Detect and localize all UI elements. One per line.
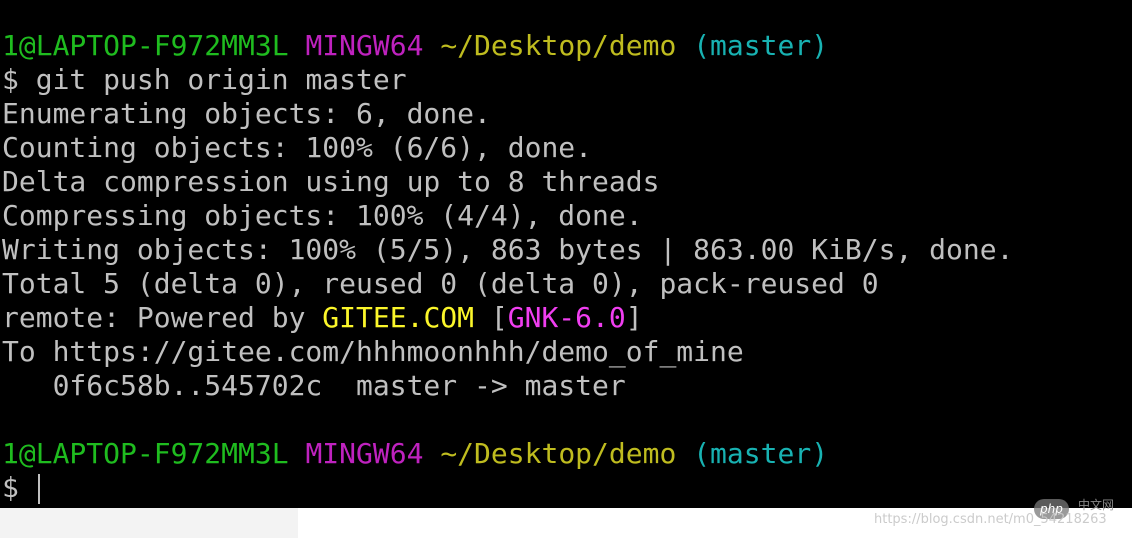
prompt-user-host: 1@LAPTOP-F972MM3L — [2, 29, 289, 62]
command-line: $ git push origin master — [2, 63, 1013, 97]
prompt-cwd: ~/Desktop/demo — [440, 29, 677, 62]
prompt-symbol-2: $ — [2, 471, 19, 504]
command-text: git push origin master — [35, 63, 407, 96]
terminal-window[interactable]: 1@LAPTOP-F972MM3L MINGW64 ~/Desktop/demo… — [0, 0, 1132, 508]
bottom-gray-area — [0, 508, 298, 538]
output-delta: Delta compression using up to 8 threads — [2, 165, 660, 198]
remote-bracket-open: [ — [490, 301, 508, 334]
prompt-system: MINGW64 — [305, 29, 424, 62]
prompt-system-2: MINGW64 — [305, 437, 424, 470]
prompt-branch-2: (master) — [693, 437, 829, 470]
text-cursor — [37, 474, 40, 504]
prompt-user-host-2: 1@LAPTOP-F972MM3L — [2, 437, 289, 470]
watermark-cn-text: 中文网 — [1078, 498, 1115, 512]
output-ref-update: 0f6c58b..545702c master -> master — [2, 369, 626, 402]
input-line[interactable]: $ — [2, 471, 1013, 505]
prompt-line-2: 1@LAPTOP-F972MM3L MINGW64 ~/Desktop/demo… — [2, 437, 1013, 471]
prompt-branch: (master) — [693, 29, 829, 62]
remote-bracket-close: ] — [625, 301, 643, 334]
output-counting: Counting objects: 100% (6/6), done. — [2, 131, 593, 164]
terminal-output: 1@LAPTOP-F972MM3L MINGW64 ~/Desktop/demo… — [2, 29, 1013, 505]
output-total: Total 5 (delta 0), reused 0 (delta 0), p… — [2, 267, 879, 300]
prompt-line-1: 1@LAPTOP-F972MM3L MINGW64 ~/Desktop/demo… — [2, 29, 1013, 63]
remote-host: GITEE.COM — [322, 301, 475, 334]
prompt-cwd-2: ~/Desktop/demo — [440, 437, 677, 470]
watermark-url: https://blog.csdn.net/m0_54218263 — [874, 512, 1107, 527]
output-remote: remote: Powered by GITEE.COM [GNK-6.0] — [2, 301, 1013, 335]
output-compressing: Compressing objects: 100% (4/4), done. — [2, 199, 643, 232]
prompt-symbol: $ — [2, 63, 19, 96]
remote-prefix: remote: Powered by — [2, 301, 323, 334]
output-enumerating: Enumerating objects: 6, done. — [2, 97, 491, 130]
output-to-url: To https://gitee.com/hhhmoonhhh/demo_of_… — [2, 335, 744, 368]
remote-version: GNK-6.0 — [507, 301, 626, 334]
output-writing: Writing objects: 100% (5/5), 863 bytes |… — [2, 233, 1014, 266]
